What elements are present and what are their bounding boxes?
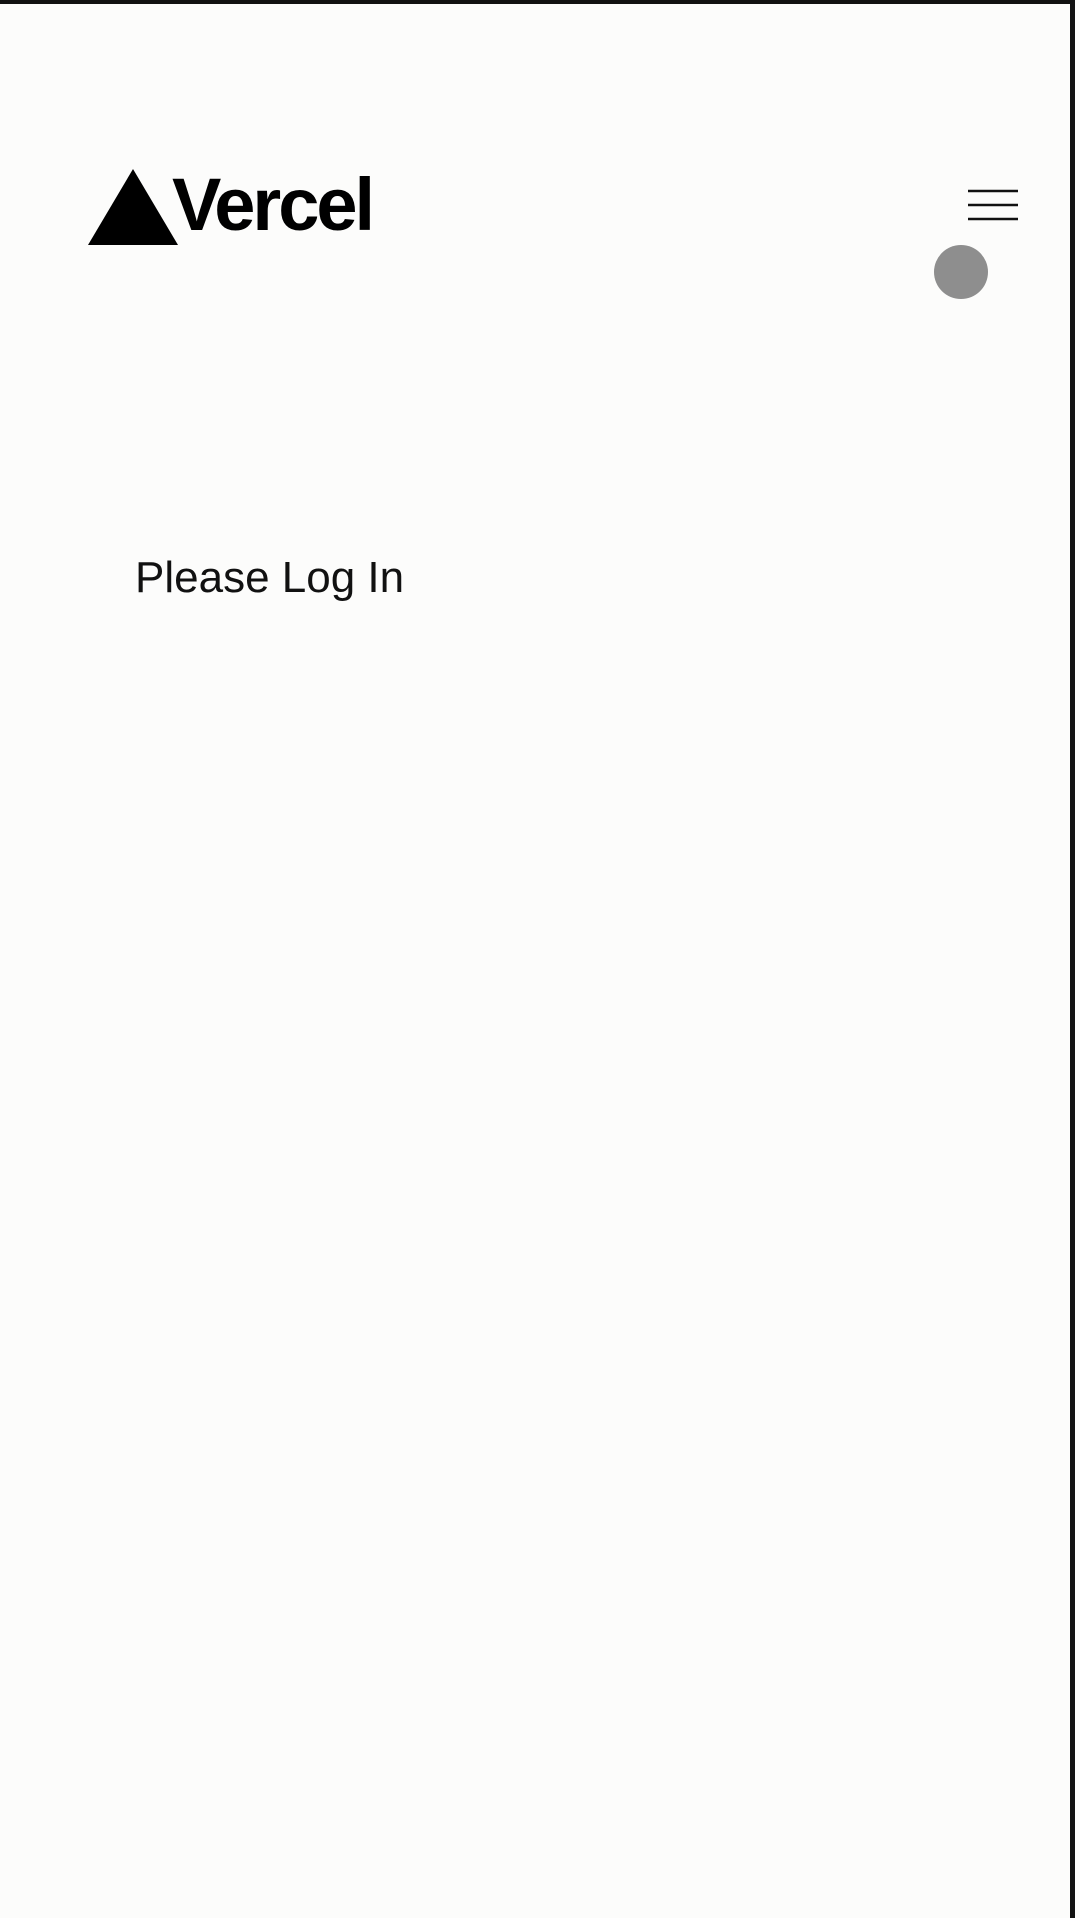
app-frame: Vercel Please Log In: [0, 0, 1075, 1918]
logo-wordmark: Vercel: [172, 163, 375, 246]
vercel-logo-link[interactable]: Vercel: [88, 163, 375, 246]
site-header: Vercel: [0, 4, 1070, 304]
hamburger-menu-icon: [968, 189, 1018, 221]
touch-cursor-indicator: [934, 245, 988, 299]
vercel-triangle-icon: [88, 169, 178, 245]
login-prompt-text: Please Log In: [135, 553, 405, 602]
hamburger-menu-button[interactable]: [960, 186, 1020, 226]
